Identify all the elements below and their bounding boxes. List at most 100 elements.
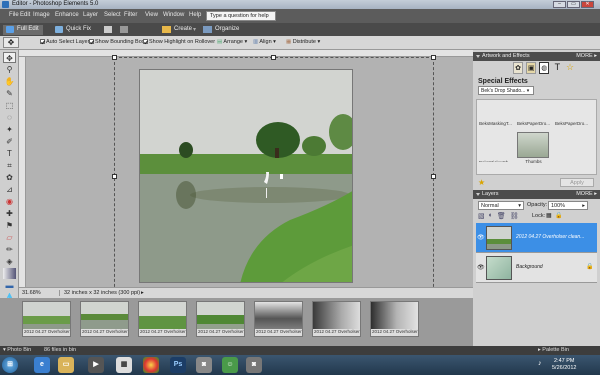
menu-layer[interactable]: Layer — [83, 12, 98, 18]
effects-dropdown[interactable]: Bek's Drop Shado... ▾ — [478, 86, 534, 95]
print-icon[interactable] — [104, 26, 112, 33]
create-button[interactable]: Create — [174, 26, 192, 32]
menu-window[interactable]: Window — [163, 12, 184, 18]
explorer-icon[interactable]: ▭ — [58, 357, 74, 373]
tab-quick-fix[interactable]: Quick Fix — [52, 25, 95, 35]
eyedropper-tool-icon[interactable]: ✎ — [3, 88, 16, 99]
layer-name[interactable]: 2012 04.27 Overholser clean... — [516, 234, 584, 240]
tab-full-edit[interactable]: Full Edit — [3, 25, 43, 35]
bbox-handle-tl[interactable] — [112, 55, 117, 60]
menu-file[interactable]: File — [9, 12, 19, 18]
bin-thumbnail[interactable]: 2012 04.27 Overholser ... — [370, 301, 419, 337]
layers-more-button[interactable]: MORE ▸ — [576, 191, 597, 197]
bin-thumbnail[interactable]: 2012 04.27 Overholser ... — [80, 301, 129, 337]
delete-layer-icon[interactable]: 🗑 — [497, 212, 506, 220]
eye-visibility-icon[interactable]: 👁 — [477, 264, 485, 271]
status-menu-chevron-icon[interactable]: ▸ — [141, 290, 144, 296]
menu-help[interactable]: Help — [189, 12, 201, 18]
photo-bin-toggle[interactable]: ▾ Photo Bin — [3, 347, 31, 353]
artwork-more-button[interactable]: MORE ▸ — [576, 53, 597, 59]
show-bbox-checkbox[interactable]: Show Bounding Box — [89, 39, 145, 45]
align-button[interactable]: ▥ Align ▾ — [253, 39, 276, 45]
bounding-box[interactable] — [112, 55, 436, 297]
shape-tool-icon[interactable]: ▬ — [3, 280, 16, 291]
brush-tool-icon[interactable]: ✏ — [3, 244, 16, 255]
lock-transparency-icon[interactable]: ▦ — [546, 212, 552, 219]
auto-select-checkbox[interactable]: Auto Select Layer — [40, 39, 89, 45]
palette-bin-toggle[interactable]: ▸ Palette Bin — [538, 347, 569, 353]
layer-row-selected[interactable]: 👁 2012 04.27 Overholser clean... — [476, 223, 597, 253]
zoom-level[interactable]: 31.68% — [22, 290, 41, 296]
bbox-handle-mr[interactable] — [431, 174, 436, 179]
chrome-icon[interactable] — [143, 357, 159, 373]
help-search-input[interactable]: Type a question for help — [206, 11, 276, 21]
lasso-tool-icon[interactable]: ◌ — [3, 112, 16, 123]
menu-filter[interactable]: Filter — [124, 12, 137, 18]
menu-image[interactable]: Image — [33, 12, 50, 18]
bin-thumbnail[interactable]: 2012 04.27 Overholser ... — [22, 301, 71, 337]
new-layer-icon[interactable]: ▧ — [478, 212, 485, 220]
move-tool-preset-icon[interactable]: ✥ — [3, 37, 19, 48]
share-icon[interactable] — [120, 26, 128, 33]
hand-tool-icon[interactable]: ✋ — [3, 76, 16, 87]
magic-wand-tool-icon[interactable]: ✦ — [3, 124, 16, 135]
system-clock[interactable]: 2:47 PM 5/26/2012 — [552, 358, 576, 372]
adjustment-layer-icon[interactable]: ◐ — [489, 212, 493, 220]
healing-brush-tool-icon[interactable]: ✚ — [3, 208, 16, 219]
calculator-icon[interactable]: ▦ — [116, 357, 132, 373]
ie-icon[interactable]: e — [34, 357, 50, 373]
bin-thumbnail[interactable]: 2012 04.27 Overholser ... — [312, 301, 361, 337]
type-tool-icon[interactable]: T — [3, 148, 16, 159]
selection-brush-tool-icon[interactable]: ✐ — [3, 136, 16, 147]
bbox-handle-ml[interactable] — [112, 174, 117, 179]
apply-button[interactable]: Apply — [560, 178, 594, 187]
lock-all-icon[interactable]: 🔒 — [555, 212, 562, 219]
gradient-tool-icon[interactable] — [3, 268, 16, 279]
crop-tool-icon[interactable]: ⌗ — [3, 160, 16, 171]
artwork-tab-icon[interactable]: ✿ — [513, 62, 524, 74]
clone-stamp-tool-icon[interactable]: ⚑ — [3, 220, 16, 231]
close-button[interactable]: ✕ — [581, 1, 594, 8]
chat-icon[interactable]: ☺ — [222, 357, 238, 373]
paint-bucket-tool-icon[interactable]: ◈ — [3, 256, 16, 267]
photoshop-icon[interactable]: Ps — [170, 357, 186, 373]
organize-button[interactable]: Organize — [215, 26, 239, 32]
camera-app-icon[interactable]: ◙ — [246, 357, 262, 373]
eye-visibility-icon[interactable]: 👁 — [477, 234, 485, 241]
show-highlight-checkbox[interactable]: Show Highlight on Rollover — [143, 39, 215, 45]
arrange-button[interactable]: ▤ Arrange ▾ — [217, 39, 247, 45]
themes-tab-icon[interactable]: ▣ — [526, 62, 537, 74]
move-tool-icon[interactable]: ✥ — [3, 52, 16, 63]
straighten-tool-icon[interactable]: ⊿ — [3, 184, 16, 195]
menu-edit[interactable]: Edit — [20, 12, 30, 18]
text-tab-icon[interactable]: T — [552, 62, 562, 74]
favorite-star-icon[interactable]: ★ — [478, 178, 485, 187]
red-eye-tool-icon[interactable]: ◉ — [3, 196, 16, 207]
zoom-tool-icon[interactable]: ⚲ — [3, 64, 16, 75]
distribute-button[interactable]: ▦ Distribute ▾ — [286, 39, 320, 45]
eraser-tool-icon[interactable]: ▱ — [3, 232, 16, 243]
minimize-button[interactable]: – — [553, 1, 566, 8]
effect-preview-image[interactable] — [517, 132, 549, 158]
media-player-icon[interactable]: ▶ — [88, 357, 104, 373]
bbox-handle-tc[interactable] — [271, 55, 276, 60]
layer-name[interactable]: Background — [516, 264, 543, 270]
volume-icon[interactable]: ♪ — [538, 360, 542, 367]
create-chevron-icon[interactable]: ▾ — [193, 26, 196, 33]
effect-thumbnail[interactable]: BeksMaskingT... — [478, 104, 513, 130]
bbox-handle-tr[interactable] — [431, 55, 436, 60]
cookie-cutter-tool-icon[interactable]: ✿ — [3, 172, 16, 183]
effect-thumbnail[interactable]: BeksPaperDro... — [516, 104, 551, 130]
opacity-input[interactable]: 100% ▸ — [548, 201, 588, 210]
camera-icon[interactable]: ◙ — [196, 357, 212, 373]
layer-row[interactable]: 👁 Background 🔒 — [476, 253, 597, 283]
layers-header[interactable]: Layers MORE ▸ — [473, 190, 600, 199]
menu-view[interactable]: View — [145, 12, 158, 18]
start-button-icon[interactable]: ⊞ — [2, 357, 18, 373]
marquee-tool-icon[interactable]: ⬚ — [3, 100, 16, 111]
effect-thumbnail[interactable]: BeksStickerSh... — [478, 136, 513, 162]
favorites-tab-icon[interactable]: ☆ — [565, 62, 575, 74]
effects-tab-icon[interactable]: ◍ — [539, 62, 550, 74]
bin-thumbnail[interactable]: 2012 04.27 Overholser ... — [138, 301, 187, 337]
blend-mode-select[interactable]: Normal ▾ — [478, 201, 524, 210]
